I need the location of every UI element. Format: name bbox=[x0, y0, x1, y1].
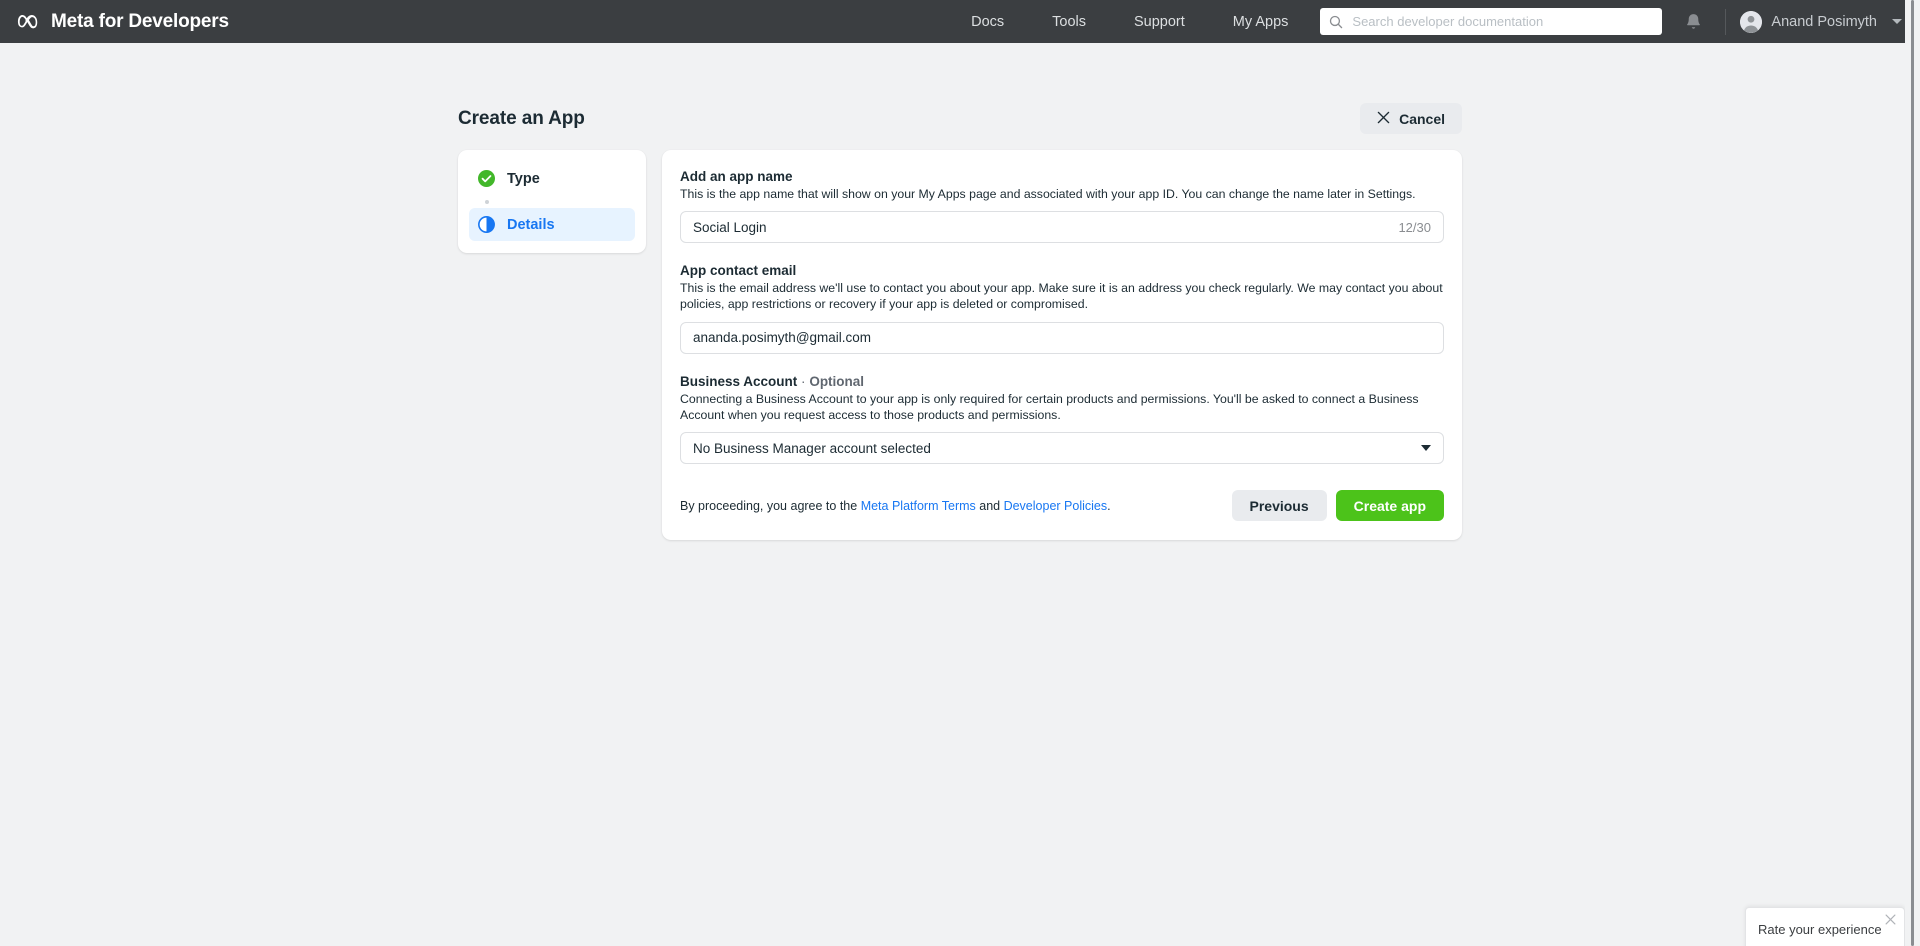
feedback-title: Rate your experience bbox=[1758, 922, 1882, 937]
rate-experience-widget: Rate your experience Good Bad bbox=[1745, 907, 1905, 946]
brand-title: Meta for Developers bbox=[51, 10, 229, 32]
business-account-selected-value: No Business Manager account selected bbox=[693, 440, 931, 456]
legal-middle: and bbox=[975, 498, 1004, 513]
meta-platform-terms-link[interactable]: Meta Platform Terms bbox=[861, 499, 976, 513]
legal-prefix: By proceeding, you agree to the bbox=[680, 498, 861, 513]
app-name-input-wrapper[interactable]: 12/30 bbox=[680, 211, 1444, 244]
app-name-label: Add an app name bbox=[680, 169, 793, 184]
field-business-account: Business Account · Optional Connecting a… bbox=[680, 374, 1444, 465]
developer-policies-link[interactable]: Developer Policies bbox=[1004, 499, 1108, 513]
user-avatar-icon bbox=[1740, 10, 1763, 33]
nav-link-docs[interactable]: Docs bbox=[947, 14, 1028, 30]
step-item-type[interactable]: Type bbox=[469, 162, 635, 195]
step-connector-dot bbox=[485, 199, 489, 204]
field-app-name: Add an app name This is the app name tha… bbox=[680, 169, 1444, 244]
steps-card: Type Details bbox=[458, 150, 646, 253]
footer-buttons: Previous Create app bbox=[1231, 490, 1444, 522]
contact-email-description: This is the email address we'll use to c… bbox=[680, 281, 1443, 312]
app-name-input[interactable] bbox=[693, 219, 1389, 235]
contact-email-input-wrapper[interactable] bbox=[680, 321, 1444, 354]
nav-link-tools[interactable]: Tools bbox=[1028, 14, 1110, 30]
business-account-separator: · bbox=[801, 373, 806, 389]
nav-link-my-apps[interactable]: My Apps bbox=[1209, 14, 1313, 30]
cancel-button-label: Cancel bbox=[1399, 110, 1445, 127]
page-title: Create an App bbox=[458, 107, 585, 129]
search-icon bbox=[1329, 15, 1343, 29]
create-app-form-card: Add an app name This is the app name tha… bbox=[662, 150, 1462, 541]
chevron-down-icon bbox=[1421, 445, 1431, 452]
search-input[interactable] bbox=[1352, 14, 1654, 29]
top-navigation-bar: Meta for Developers Docs Tools Support M… bbox=[0, 0, 1920, 43]
page-header: Create an App Cancel bbox=[458, 103, 1462, 134]
step-connector bbox=[469, 195, 635, 208]
step-label-type: Type bbox=[507, 170, 540, 187]
business-account-optional-tag: Optional bbox=[809, 373, 865, 389]
cancel-button[interactable]: Cancel bbox=[1360, 103, 1462, 134]
form-footer: By proceeding, you agree to the Meta Pla… bbox=[680, 484, 1444, 540]
close-x-icon bbox=[1377, 111, 1390, 127]
search-box[interactable] bbox=[1320, 8, 1663, 35]
page-content: Create an App Cancel Type Details Add an… bbox=[0, 43, 1920, 946]
nav-link-support[interactable]: Support bbox=[1110, 14, 1209, 30]
green-check-circle-icon bbox=[478, 170, 495, 187]
account-name: Anand Posimyth bbox=[1771, 13, 1877, 30]
step-label-details: Details bbox=[507, 216, 555, 233]
step-item-details[interactable]: Details bbox=[469, 208, 635, 241]
brand-home-link[interactable]: Meta for Developers bbox=[0, 11, 229, 33]
app-name-description: This is the app name that will show on y… bbox=[680, 187, 1416, 201]
field-contact-email: App contact email This is the email addr… bbox=[680, 263, 1444, 354]
business-account-label-text: Business Account bbox=[680, 373, 798, 389]
meta-infinity-logo-icon bbox=[17, 13, 43, 31]
business-account-label: Business Account · Optional bbox=[680, 374, 1444, 389]
contact-email-input[interactable] bbox=[693, 330, 1431, 346]
half-filled-circle-icon bbox=[478, 216, 495, 233]
create-app-button[interactable]: Create app bbox=[1335, 490, 1444, 522]
notifications-bell-icon[interactable] bbox=[1684, 12, 1703, 31]
business-account-select[interactable]: No Business Manager account selected bbox=[680, 432, 1444, 465]
previous-button[interactable]: Previous bbox=[1231, 490, 1327, 522]
account-menu[interactable]: Anand Posimyth bbox=[1726, 10, 1920, 33]
feedback-close-icon[interactable] bbox=[1885, 913, 1896, 929]
page-scrollbar-track[interactable] bbox=[1905, 0, 1920, 946]
nav-links: Docs Tools Support My Apps bbox=[947, 14, 1312, 30]
page-scrollbar-thumb[interactable] bbox=[1911, 0, 1914, 946]
chevron-down-icon bbox=[1892, 19, 1902, 24]
business-account-description: Connecting a Business Account to your ap… bbox=[680, 391, 1419, 422]
contact-email-label: App contact email bbox=[680, 263, 797, 279]
legal-suffix: . bbox=[1107, 498, 1111, 513]
legal-agreement-text: By proceeding, you agree to the Meta Pla… bbox=[680, 499, 1111, 513]
app-name-char-count: 12/30 bbox=[1398, 219, 1431, 235]
